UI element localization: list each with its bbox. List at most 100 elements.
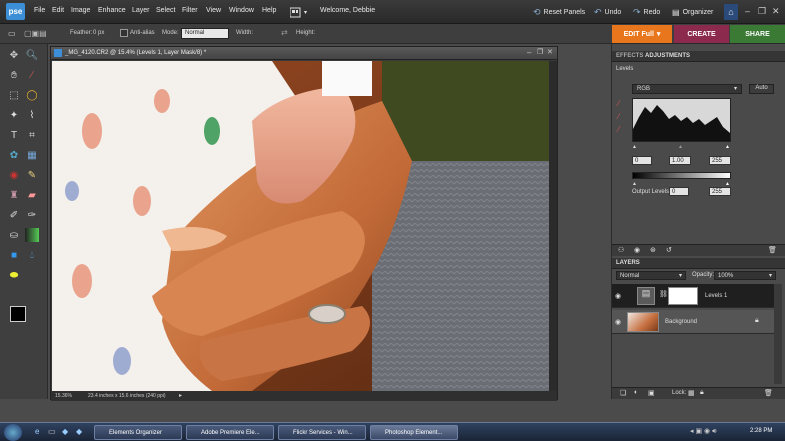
antialias-checkbox[interactable] [120,29,128,37]
tab-effects[interactable]: EFFECTS [616,53,643,59]
feather-value[interactable]: 0 px [93,30,104,36]
clone-stamp-tool-icon[interactable]: ♜ [7,188,21,202]
reset-panels-button[interactable]: ⟲ Reset Panels [533,4,585,20]
shape-tool-icon[interactable]: ■ [7,248,21,262]
opacity-field[interactable]: 100% ▾ [714,271,776,280]
reset-icon[interactable]: ↺ [666,246,672,254]
arrange-button[interactable]: ▾ [289,4,307,20]
trash-icon[interactable]: 🗑︎ [764,389,773,397]
home-button[interactable]: ⌂ [724,4,738,20]
app-quicklaunch-icon[interactable]: ◆ [62,427,68,436]
output-black-field[interactable]: 0 [669,187,689,196]
menu-help[interactable]: Help [262,7,276,14]
new-layer-icon[interactable]: ❏ [620,389,626,397]
text-tool-icon[interactable]: T [7,128,21,142]
swap-icon[interactable]: ⇄ [281,28,288,37]
restore-icon[interactable]: ❐ [758,6,766,17]
close-icon[interactable]: ✕ [772,6,780,17]
start-button[interactable] [4,424,22,441]
minimize-icon[interactable]: – [745,6,750,16]
layer-mask-icon[interactable]: ▣ [648,389,655,397]
menu-edit[interactable]: Edit [52,7,64,14]
taskbar-button-flickr[interactable]: Flickr Services - Win... [278,425,366,440]
menu-layer[interactable]: Layer [132,7,150,14]
close-icon[interactable]: ✕ [547,48,553,56]
marquee-tool-icon[interactable]: ⬚ [7,88,21,102]
white-point-handle[interactable]: ▲ [725,144,730,150]
black-point-handle[interactable]: ▲ [632,144,637,150]
layer-row-background[interactable]: ◉ Background 🔒︎ [612,310,774,334]
output-white-field[interactable]: 255 [709,187,731,196]
chevron-right-icon[interactable]: ▸ [179,392,182,399]
lock-transparent-icon[interactable]: ▦ [688,389,695,397]
hand-tool-icon[interactable]: ✋︎ [7,68,21,82]
blend-mode-select[interactable]: Normal ▾ [616,271,686,280]
tab-edit-full[interactable]: EDIT Full ▾ [612,25,672,43]
crop-tool-icon[interactable]: ⌗ [25,128,39,142]
menu-filter[interactable]: Filter [182,7,198,14]
spot-healing-tool-icon[interactable]: ✎ [25,168,39,182]
minimize-icon[interactable]: – [527,48,531,57]
selection-mode-icons[interactable]: ▢▣▤ [24,29,47,38]
taskbar-button-photoshop[interactable]: Photoshop Element... [370,425,458,440]
eraser-tool-icon[interactable]: ▰ [25,188,39,202]
cookie-cutter-tool-icon[interactable]: ✿ [7,148,21,162]
organizer-button[interactable]: ▤ Organizer [672,4,713,20]
paint-bucket-tool-icon[interactable]: ⛀ [7,228,21,242]
tab-layers[interactable]: LAYERS [616,260,640,266]
mode-select[interactable]: Normal [181,28,229,39]
input-black-field[interactable]: 0 [632,156,652,165]
clock[interactable]: 2:28 PM [750,428,772,434]
layers-scrollbar[interactable] [774,284,782,384]
view-previous-icon[interactable]: ⊛ [650,246,656,254]
trash-icon[interactable]: 🗑︎ [768,246,777,254]
menu-window[interactable]: Window [229,7,254,14]
menu-image[interactable]: Image [71,7,90,14]
restore-icon[interactable]: ❐ [537,48,543,56]
gradient-tool-icon[interactable] [25,228,39,242]
eyedropper-black-icon[interactable]: ⁄ [618,99,619,108]
red-eye-tool-icon[interactable]: ◉ [7,168,21,182]
magic-wand-tool-icon[interactable]: ✦ [7,108,21,122]
clip-layer-icon[interactable]: ⚇ [618,246,624,254]
smart-brush-tool-icon[interactable]: ✑ [25,208,39,222]
vertical-scrollbar[interactable] [549,61,557,391]
midtone-handle[interactable]: ▲ [678,144,683,150]
tab-share[interactable]: SHARE [730,25,785,43]
lasso-tool-icon[interactable]: ◯ [25,88,39,102]
input-gamma-field[interactable]: 1.00 [669,156,691,165]
sponge-tool-icon[interactable]: ⬬ [7,268,21,282]
link-icon[interactable]: ⛓︎ [659,290,668,298]
auto-button[interactable]: Auto [749,84,774,94]
app-quicklaunch-icon-2[interactable]: ◆ [76,427,82,436]
zoom-tool-icon[interactable]: 🔍︎ [25,48,39,62]
tab-create[interactable]: CREATE [674,25,729,43]
adjustment-layer-icon[interactable]: ◐ [634,389,638,396]
lock-all-icon[interactable]: 🔒︎ [700,389,704,397]
taskbar-button-premiere[interactable]: Adobe Premiere Ele... [186,425,274,440]
eyedropper-tool-icon[interactable]: ⁄ [25,68,39,82]
taskbar-button-organizer[interactable]: Elements Organizer [94,425,182,440]
show-desktop-icon[interactable]: ▭ [48,427,56,436]
brush-tool-icon[interactable]: ✐ [7,208,21,222]
move-tool-icon[interactable]: ✥ [7,48,21,62]
blur-tool-icon[interactable]: 💧︎ [25,248,39,262]
visibility-icon[interactable]: ◉ [634,246,640,254]
image-canvas[interactable] [52,61,549,391]
input-slider[interactable]: ▲ ▲ ▲ [632,144,731,150]
ie-icon[interactable]: e [35,427,39,436]
menu-select[interactable]: Select [156,7,175,14]
menu-view[interactable]: View [206,7,221,14]
system-tray-icons[interactable]: ◂ ▣ ◉ 🔊︎ [690,427,716,436]
redo-button[interactable]: ↷ Redo [633,4,660,20]
menu-enhance[interactable]: Enhance [98,7,126,14]
eye-icon[interactable]: ◉ [615,318,623,326]
eyedropper-white-icon[interactable]: ⁄ [618,125,619,134]
straighten-tool-icon[interactable]: ▦ [25,148,39,162]
foreground-color-swatch[interactable] [10,306,26,322]
eyedropper-gray-icon[interactable]: ⁄ [618,112,619,121]
quick-selection-tool-icon[interactable]: ⌇ [25,108,39,122]
marquee-tool-icon[interactable]: ▭ [8,29,16,38]
undo-button[interactable]: ↶ Undo [594,4,621,20]
layer-row-levels[interactable]: ◉ ▤ ⛓︎ Levels 1 [612,284,774,308]
